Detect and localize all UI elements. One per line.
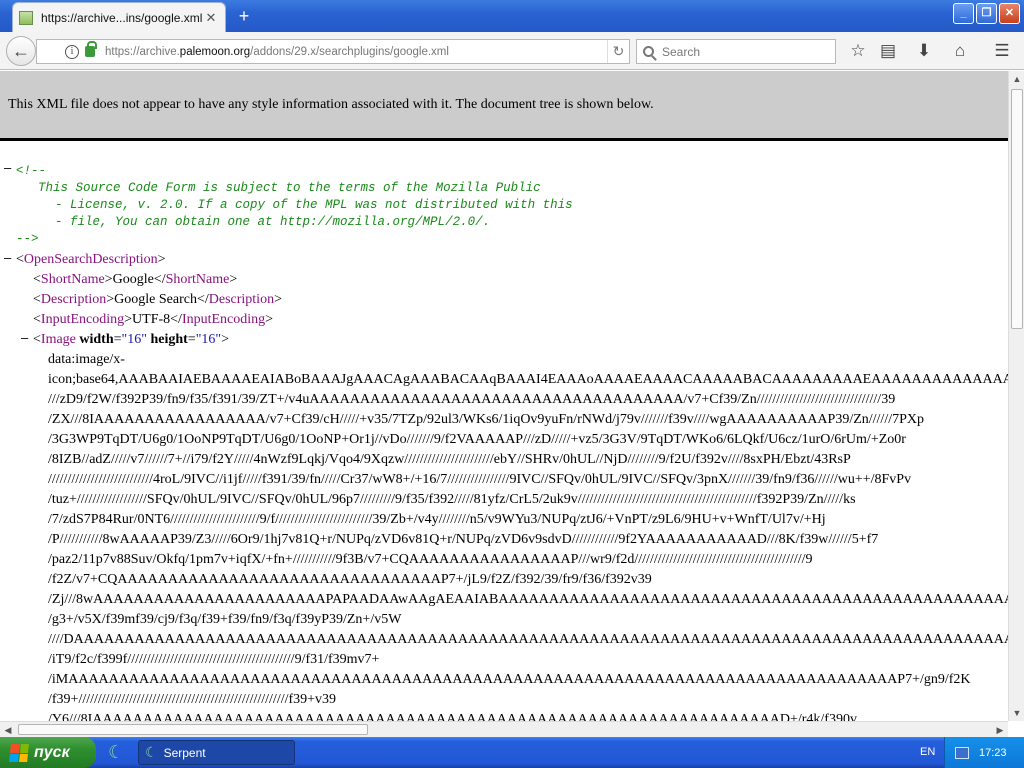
home-icon[interactable]: ⌂ bbox=[948, 40, 972, 62]
back-button[interactable]: ← bbox=[6, 36, 36, 66]
image-data-line: /iMAAAAAAAAAAAAAAAAAAAAAAAAAAAAAAAAAAAAA… bbox=[48, 672, 971, 687]
image-data-line: icon;base64,AAABAAIAEBAAAAEAIABoBAAAJgAA… bbox=[48, 372, 1008, 387]
menu-icon[interactable]: ☰ bbox=[990, 40, 1014, 62]
windows-logo-icon bbox=[9, 743, 29, 762]
start-label: пуск bbox=[34, 743, 70, 761]
image-data-line: /Zj///8wAAAAAAAAAAAAAAAAAAAAAAAPAPAADAAw… bbox=[48, 592, 1008, 607]
scroll-up-icon[interactable]: ▲ bbox=[1009, 71, 1024, 87]
input-encoding-element: <InputEncoding>UTF-8</InputEncoding> bbox=[33, 312, 274, 327]
search-placeholder: Search bbox=[662, 44, 701, 59]
comment-line: - License, v. 2.0. If a copy of the MPL … bbox=[55, 198, 573, 212]
image-data-line: /8IZB//adZ/////v7//////7+//i79/f2Y/////4… bbox=[48, 452, 851, 467]
taskbar-item-label: Serpent bbox=[163, 745, 206, 760]
shortname-element: <ShortName>Google</ShortName> bbox=[33, 272, 238, 287]
network-icon[interactable] bbox=[955, 746, 969, 759]
image-data-line: ///////////////////////////4roL/9IVC//i1… bbox=[48, 472, 912, 487]
image-data-line: ////DAAAAAAAAAAAAAAAAAAAAAAAAAAAAAAAAAAA… bbox=[48, 632, 1008, 647]
image-data-line: /P///////////8wAAAAAP39/Z3/////6Or9/1hj7… bbox=[48, 532, 879, 547]
clock: 17:23 bbox=[979, 746, 1007, 759]
description-element: <Description>Google Search</Description> bbox=[33, 292, 282, 307]
star-icon[interactable]: ☆ bbox=[846, 40, 870, 62]
comment-open: <!-- bbox=[16, 164, 47, 178]
root-open-tag: <OpenSearchDescription> bbox=[16, 252, 166, 267]
download-icon[interactable]: ⬇ bbox=[912, 40, 936, 62]
horizontal-scroll-thumb[interactable] bbox=[18, 724, 368, 735]
tab-close-icon[interactable]: ✕ bbox=[203, 10, 219, 26]
scroll-left-icon[interactable]: ◀ bbox=[0, 722, 16, 738]
page-content: This XML file does not appear to have an… bbox=[0, 71, 1008, 721]
close-button[interactable]: ✕ bbox=[999, 3, 1020, 24]
comment-toggle[interactable]: – bbox=[4, 158, 11, 178]
image-data-line: /f39+///////////////////////////////////… bbox=[48, 692, 337, 707]
image-open-tag: <Image width="16" height="16"> bbox=[33, 332, 230, 347]
image-data-line: /Y6///8IAAAAAAAAAAAAAAAAAAAAAAAAAAAAAAAA… bbox=[48, 712, 857, 721]
search-input[interactable]: Search bbox=[636, 39, 836, 64]
serpent-quicklaunch-icon[interactable]: ☾ bbox=[108, 743, 126, 761]
xml-file-icon bbox=[19, 10, 33, 25]
window-controls: _ ❐ ✕ bbox=[953, 3, 1020, 24]
image-data-line: /g3+/v5X/f39mf39/cj9/f3q/f39+f39/fn9/f3q… bbox=[48, 612, 402, 627]
reload-icon[interactable]: ↻ bbox=[607, 40, 629, 63]
image-data-line: /ZX///8IAAAAAAAAAAAAAAAAA/v7+Cf39/cH////… bbox=[48, 412, 924, 427]
url-text[interactable]: https://archive.palemoon.org/addons/29.x… bbox=[105, 46, 607, 58]
taskbar-item-serpent[interactable]: ☾ Serpent bbox=[138, 740, 295, 765]
image-data-line: /tuz+//////////////////SFQv/0hUL/9IVC//S… bbox=[48, 492, 856, 507]
start-button[interactable]: пуск bbox=[0, 737, 96, 768]
maximize-button[interactable]: ❐ bbox=[976, 3, 997, 24]
root-toggle[interactable]: – bbox=[4, 248, 11, 268]
serpent-icon: ☾ bbox=[145, 744, 158, 760]
language-indicator[interactable]: EN bbox=[920, 746, 935, 758]
taskbar: пуск ☾ ☾ Serpent EN 17:23 bbox=[0, 737, 1024, 768]
reading-list-icon[interactable]: ▤ bbox=[876, 40, 900, 62]
image-data-line: /paz2/11p7v88Suv/Okfq/1pm7v+iqfX/+fn+///… bbox=[48, 552, 813, 567]
comment-line: This Source Code Form is subject to the … bbox=[38, 181, 541, 195]
comment-line: - file, You can obtain one at http://moz… bbox=[55, 215, 491, 229]
image-data-line: /7/zdS7P84Rur/0NT6//////////////////////… bbox=[48, 512, 826, 527]
scroll-down-icon[interactable]: ▼ bbox=[1009, 705, 1024, 721]
image-data-line: /f2Z/v7+CQAAAAAAAAAAAAAAAAAAAAAAAAAAAAAA… bbox=[48, 572, 652, 587]
horizontal-scrollbar[interactable]: ◀ ▶ bbox=[0, 721, 1008, 737]
xml-style-notice: This XML file does not appear to have an… bbox=[0, 71, 1008, 141]
title-bar: https://archive...ins/google.xml ✕ + _ ❐… bbox=[0, 0, 1024, 32]
image-data-line: data:image/x- bbox=[48, 352, 125, 367]
new-tab-button[interactable]: + bbox=[234, 6, 254, 26]
image-data-line: /iT9/f2c/f399f//////////////////////////… bbox=[48, 652, 380, 667]
search-icon bbox=[643, 46, 654, 57]
url-bar[interactable]: i https://archive.palemoon.org/addons/29… bbox=[36, 39, 630, 64]
tab-title: https://archive...ins/google.xml bbox=[41, 10, 203, 25]
minimize-button[interactable]: _ bbox=[953, 3, 974, 24]
image-data-line: ///zD9/f2W/f392P39/fn9/f35/f391/39/ZT+/v… bbox=[48, 392, 896, 407]
vertical-scroll-thumb[interactable] bbox=[1011, 89, 1023, 329]
navigation-toolbar: ← i https://archive.palemoon.org/addons/… bbox=[0, 32, 1024, 70]
image-data-line: /3G3WP9TqDT/U6g0/1OoNP9TqDT/U6g0/1OoNP+O… bbox=[48, 432, 906, 447]
image-toggle[interactable]: – bbox=[21, 328, 28, 348]
info-icon[interactable]: i bbox=[65, 44, 79, 59]
vertical-scrollbar[interactable]: ▲ ▼ bbox=[1008, 71, 1024, 721]
lock-icon bbox=[85, 41, 97, 57]
scroll-right-icon[interactable]: ▶ bbox=[992, 722, 1008, 738]
tab-google-xml[interactable]: https://archive...ins/google.xml ✕ bbox=[12, 2, 226, 32]
comment-close: --> bbox=[16, 232, 39, 246]
system-tray: 17:23 bbox=[944, 737, 1024, 768]
